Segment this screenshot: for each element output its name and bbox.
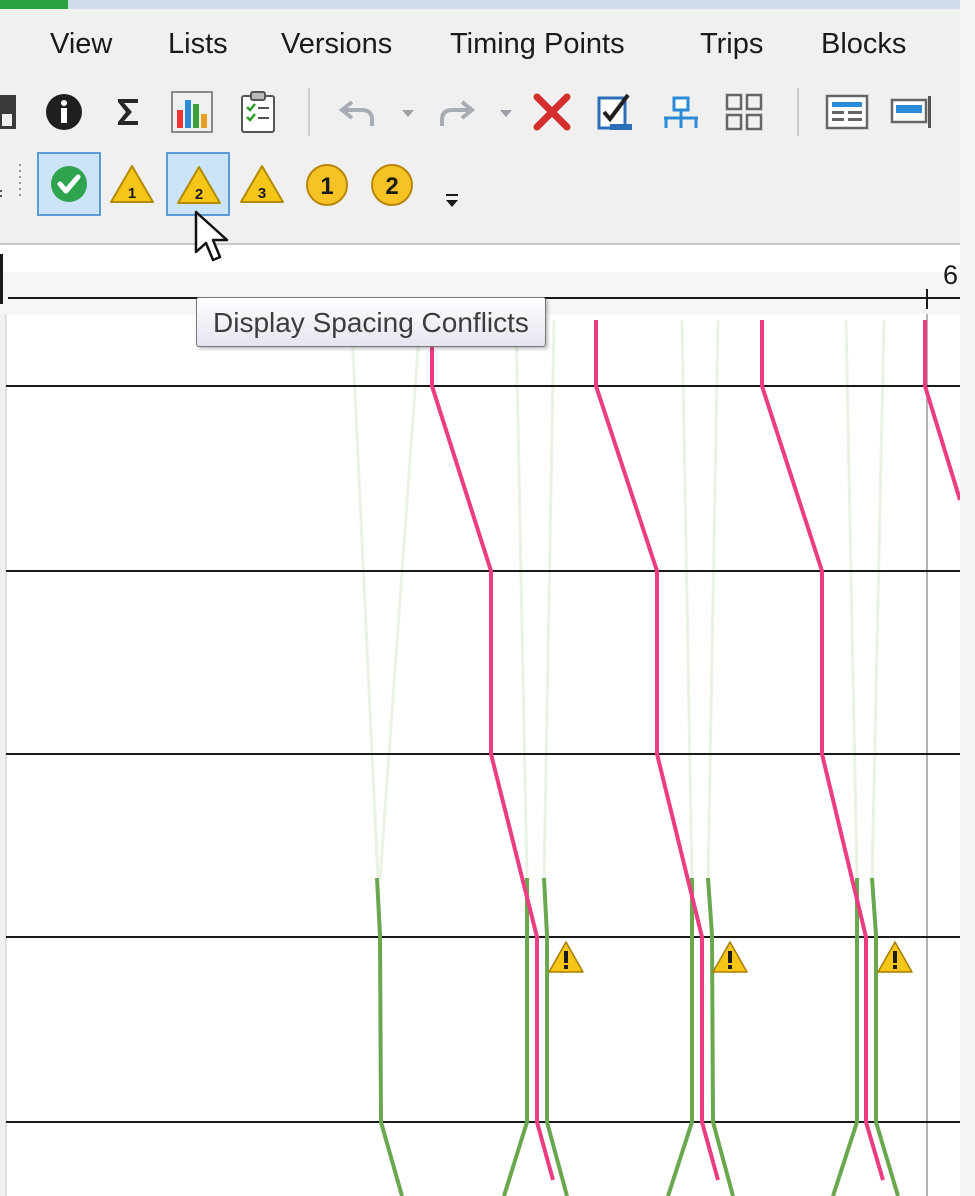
active-tab-indicator — [0, 0, 68, 9]
menu-bar: View Lists Versions Timing Points Trips … — [0, 20, 960, 68]
info-icon[interactable] — [44, 92, 84, 132]
svg-text:2: 2 — [195, 186, 203, 203]
grid-icon[interactable] — [724, 92, 764, 132]
tooltip: Display Spacing Conflicts — [196, 297, 546, 347]
badge-2-button[interactable]: 2 — [369, 162, 415, 208]
form-view-icon[interactable] — [824, 92, 870, 132]
ruler-tick — [926, 289, 928, 309]
svg-text:3: 3 — [258, 185, 266, 202]
ruler-left-tick — [0, 254, 3, 304]
toolbar-grip[interactable] — [18, 162, 22, 202]
menu-view[interactable]: View — [50, 20, 112, 68]
menu-trips[interactable]: Trips — [700, 20, 763, 68]
undo-dropdown-arrow[interactable] — [402, 110, 414, 117]
network-icon[interactable] — [660, 92, 702, 134]
window-top-strip — [0, 0, 975, 9]
sum-icon[interactable] — [110, 92, 146, 132]
redo-icon[interactable] — [436, 94, 476, 130]
window-icon[interactable] — [890, 92, 936, 132]
checklist-icon[interactable] — [238, 90, 278, 134]
menu-lists[interactable]: Lists — [168, 20, 228, 68]
delete-icon[interactable] — [532, 92, 572, 132]
undo-icon[interactable] — [338, 94, 378, 130]
save-icon[interactable] — [0, 92, 18, 132]
warning-2-icon: 2 — [177, 166, 221, 204]
warning-1-icon: 1 — [110, 165, 154, 203]
badge-1-icon: 1 — [306, 164, 348, 206]
svg-text:2: 2 — [385, 173, 398, 200]
ruler-label: 6 — [943, 260, 959, 290]
check-task-icon[interactable] — [596, 90, 636, 134]
schedule-graph[interactable] — [0, 314, 960, 1196]
mouse-cursor-icon — [192, 208, 232, 271]
svg-text:1: 1 — [128, 185, 136, 202]
toolbar-left-grip — [0, 186, 4, 197]
badge-2-icon: 2 — [371, 164, 413, 206]
menu-versions[interactable]: Versions — [281, 20, 392, 68]
svg-text:1: 1 — [320, 173, 333, 200]
warning-3-button[interactable]: 3 — [238, 162, 286, 206]
menu-blocks[interactable]: Blocks — [821, 20, 906, 68]
warning-3-icon: 3 — [240, 165, 284, 203]
display-valid-button[interactable] — [37, 152, 101, 216]
display-spacing-conflicts-button[interactable]: 2 — [166, 152, 230, 216]
menu-timing-points[interactable]: Timing Points — [450, 20, 625, 68]
window-right-edge — [960, 0, 975, 1196]
warning-1-button[interactable]: 1 — [108, 162, 156, 206]
badge-1-button[interactable]: 1 — [304, 162, 350, 208]
bar-chart-icon[interactable] — [170, 90, 214, 134]
redo-dropdown-arrow[interactable] — [500, 110, 512, 117]
check-circle-icon — [51, 166, 87, 202]
toolbar-overflow-icon[interactable] — [443, 192, 461, 212]
